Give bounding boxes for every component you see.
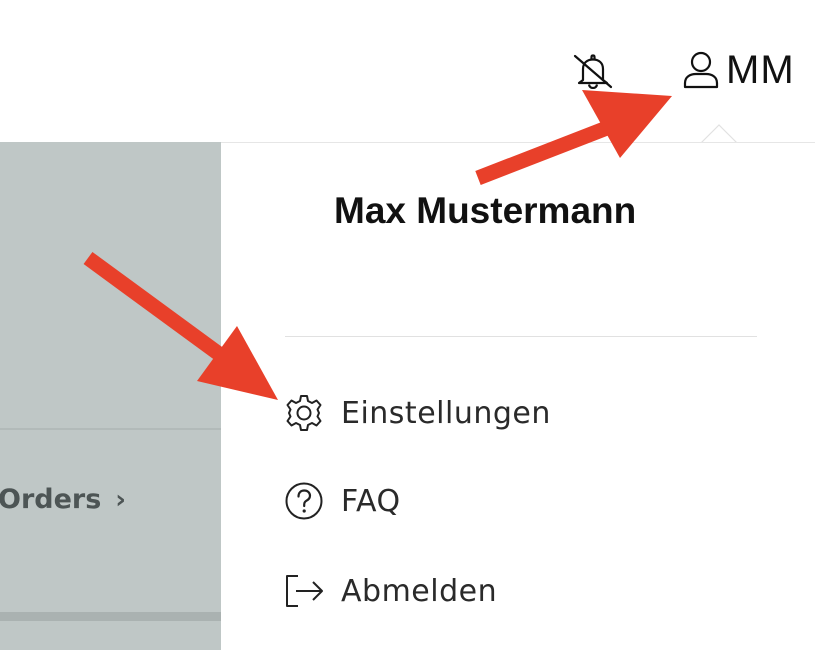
gear-icon bbox=[286, 395, 322, 431]
menu-divider bbox=[285, 336, 757, 337]
notifications-button[interactable] bbox=[571, 53, 615, 90]
orders-link[interactable]: Orders › bbox=[0, 484, 126, 515]
page: MM Orders › Max Mustermann Einstellungen… bbox=[0, 0, 815, 650]
menu-item-label: Einstellungen bbox=[341, 395, 551, 431]
top-header: MM bbox=[0, 0, 815, 142]
logout-icon bbox=[286, 575, 323, 607]
user-initials: MM bbox=[726, 48, 795, 92]
profile-name: Max Mustermann bbox=[334, 190, 637, 231]
background-panel: Orders › bbox=[0, 142, 221, 650]
menu-item-logout[interactable]: Abmelden bbox=[284, 569, 497, 613]
user-icon bbox=[683, 51, 719, 89]
menu-item-settings[interactable]: Einstellungen bbox=[284, 391, 551, 435]
chevron-right-icon: › bbox=[115, 484, 127, 515]
panel-divider bbox=[0, 428, 221, 430]
menu-item-label: FAQ bbox=[341, 483, 401, 519]
panel-divider-bottom bbox=[0, 612, 221, 621]
user-menu-button[interactable]: MM bbox=[682, 48, 795, 92]
question-circle-icon bbox=[285, 482, 323, 520]
orders-label: Orders bbox=[0, 484, 102, 515]
menu-item-label: Abmelden bbox=[341, 573, 498, 609]
bell-off-icon bbox=[573, 54, 613, 90]
dropdown-caret bbox=[701, 124, 737, 144]
menu-item-faq[interactable]: FAQ bbox=[284, 479, 401, 523]
